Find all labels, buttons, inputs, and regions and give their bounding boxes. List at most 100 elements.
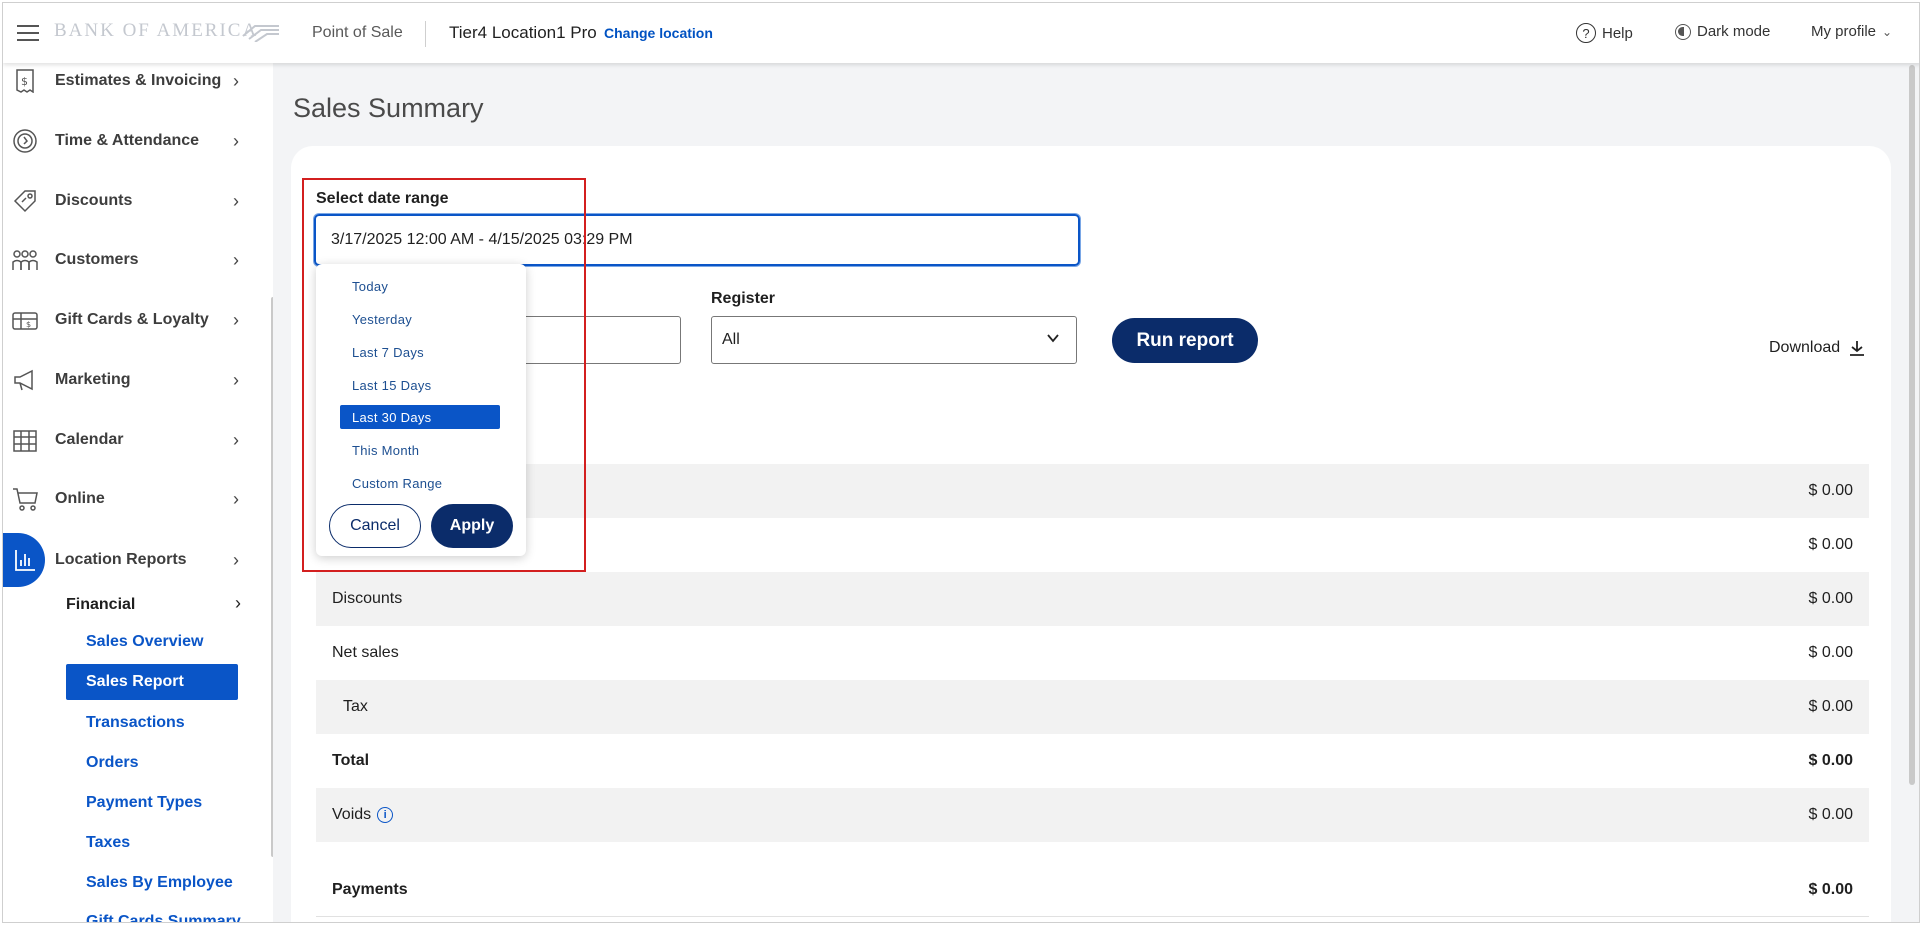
row-label: Discounts [332, 590, 403, 607]
row-value: $ 0.00 [1808, 482, 1853, 499]
hamburger-menu-icon[interactable] [17, 25, 39, 41]
window-frame: BANK OF AMERICA Point of Sale Tier4 Loca… [0, 0, 1927, 935]
run-report-button[interactable]: Run report [1112, 318, 1258, 363]
sidebar-item-online[interactable]: Online › [3, 475, 263, 523]
sidebar-item-label: Discounts [55, 192, 133, 209]
sidebar-item-label: Calendar [55, 431, 124, 448]
sidebar-link-sales-by-employee[interactable]: Sales By Employee [86, 874, 233, 892]
help-icon: ? [1576, 23, 1596, 43]
range-option-last-30-days[interactable]: Last 30 Days [340, 405, 500, 429]
svg-text:$: $ [26, 320, 31, 329]
dark-mode-toggle[interactable]: Dark mode [1675, 23, 1770, 40]
my-profile-label: My profile [1811, 23, 1877, 40]
chevron-down-icon [1047, 334, 1059, 343]
row-label: Voids [332, 806, 372, 823]
row-value: $ 0.00 [1808, 752, 1853, 769]
people-icon [11, 246, 39, 274]
sidebar-item-customers[interactable]: Customers › [3, 236, 263, 284]
table-divider [316, 916, 1869, 917]
download-button[interactable]: Download [1769, 339, 1866, 357]
clock-icon [11, 127, 39, 155]
sidebar-item-discounts[interactable]: Discounts › [3, 177, 263, 225]
chevron-right-icon: › [233, 70, 239, 91]
table-row: $ 0.00 [316, 518, 1869, 572]
sidebar-link-payment-types[interactable]: Payment Types [86, 794, 202, 812]
svg-text:$: $ [21, 75, 28, 88]
info-icon[interactable]: i [377, 807, 394, 823]
sidebar-scrollbar[interactable] [271, 297, 273, 857]
sidebar-item-label: Estimates & Invoicing [55, 72, 222, 89]
range-option-last-7-days[interactable]: Last 7 Days [340, 340, 500, 364]
chevron-right-icon: › [235, 593, 241, 613]
invoice-icon: $ [11, 67, 39, 95]
download-label: Download [1769, 339, 1841, 356]
sidebar-group-financial[interactable]: Financial [66, 596, 135, 614]
my-profile-menu[interactable]: My profile ⌄ [1811, 23, 1892, 40]
chevron-right-icon: › [233, 190, 239, 211]
range-option-last-15-days[interactable]: Last 15 Days [340, 373, 500, 397]
sidebar-item-gift-cards[interactable]: $ Gift Cards & Loyalty › [3, 296, 263, 344]
date-range-dropdown: Today Yesterday Last 7 Days Last 15 Days… [316, 264, 526, 556]
app-window: BANK OF AMERICA Point of Sale Tier4 Loca… [2, 2, 1920, 923]
table-row: Voids i $ 0.00 [316, 788, 1869, 842]
tag-icon [11, 187, 39, 215]
sidebar-item-label: Online [55, 490, 105, 507]
row-label-with-info: Voids i [332, 806, 394, 824]
bank-logo: BANK OF AMERICA [54, 20, 259, 41]
row-label: Total [332, 752, 370, 769]
dark-mode-label: Dark mode [1697, 23, 1771, 40]
row-value: $ 0.00 [1808, 644, 1853, 661]
chevron-down-icon: ⌄ [1882, 24, 1893, 39]
sidebar-item-label: Time & Attendance [55, 132, 200, 149]
sidebar-item-label: Gift Cards & Loyalty [55, 311, 209, 328]
register-select[interactable]: All [711, 316, 1077, 364]
megaphone-icon [11, 366, 39, 394]
range-option-custom-range[interactable]: Custom Range [340, 471, 500, 495]
row-label: Tax [343, 698, 368, 715]
register-value: All [722, 331, 740, 348]
range-option-today[interactable]: Today [340, 274, 500, 298]
sidebar-link-sales-overview[interactable]: Sales Overview [86, 633, 203, 651]
range-option-this-month[interactable]: This Month [340, 438, 500, 462]
range-option-yesterday[interactable]: Yesterday [340, 307, 500, 331]
bank-flag-icon [242, 25, 279, 42]
apply-button[interactable]: Apply [431, 504, 513, 548]
sidebar-item-label: Location Reports [55, 551, 187, 568]
row-value: $ 0.00 [1808, 536, 1853, 553]
sidebar-item-label: Marketing [55, 371, 131, 388]
cart-icon [11, 485, 39, 513]
sidebar-link-taxes[interactable]: Taxes [86, 834, 130, 852]
row-value: $ 0.00 [1808, 698, 1853, 715]
sidebar-item-time-attendance[interactable]: Time & Attendance › [3, 117, 263, 165]
sidebar-item-estimates[interactable]: $ Estimates & Invoicing › [3, 63, 263, 105]
row-value: $ 0.00 [1808, 806, 1853, 823]
table-row: Payments $ 0.00 [316, 863, 1869, 917]
bar-chart-icon [11, 546, 39, 574]
help-button[interactable]: ? Help [1576, 23, 1633, 43]
date-range-input[interactable]: 3/17/2025 12:00 AM - 4/15/2025 03:29 PM [314, 214, 1080, 266]
sidebar-item-label: Customers [55, 251, 139, 268]
sidebar-link-transactions[interactable]: Transactions [86, 714, 185, 732]
help-label: Help [1602, 24, 1633, 42]
sidebar-item-location-reports[interactable]: Location Reports › [3, 533, 263, 587]
chevron-right-icon: › [233, 249, 239, 270]
sidebar-link-sales-report[interactable]: Sales Report [66, 664, 238, 700]
table-row: Net sales $ 0.00 [316, 626, 1869, 680]
row-value: $ 0.00 [1808, 590, 1853, 607]
sidebar-item-calendar[interactable]: Calendar › [3, 416, 263, 464]
page-title: Sales Summary [293, 93, 484, 123]
row-value: $ 0.00 [1808, 881, 1853, 898]
sidebar-item-marketing[interactable]: Marketing › [3, 356, 263, 404]
table-row: Discounts $ 0.00 [316, 572, 1869, 626]
calendar-icon [11, 426, 39, 454]
change-location-link[interactable]: Change location [604, 25, 713, 41]
sidebar-link-gift-cards-summary[interactable]: Gift Cards Summary [86, 913, 241, 922]
table-row: $ 0.00 [316, 464, 1869, 518]
download-icon [1850, 341, 1865, 356]
main-scrollbar[interactable] [1909, 65, 1915, 785]
chevron-right-icon: › [233, 488, 239, 509]
chevron-right-icon: › [233, 130, 239, 151]
date-range-label: Select date range [316, 190, 449, 207]
cancel-button[interactable]: Cancel [329, 504, 421, 548]
sidebar-link-orders[interactable]: Orders [86, 754, 138, 772]
